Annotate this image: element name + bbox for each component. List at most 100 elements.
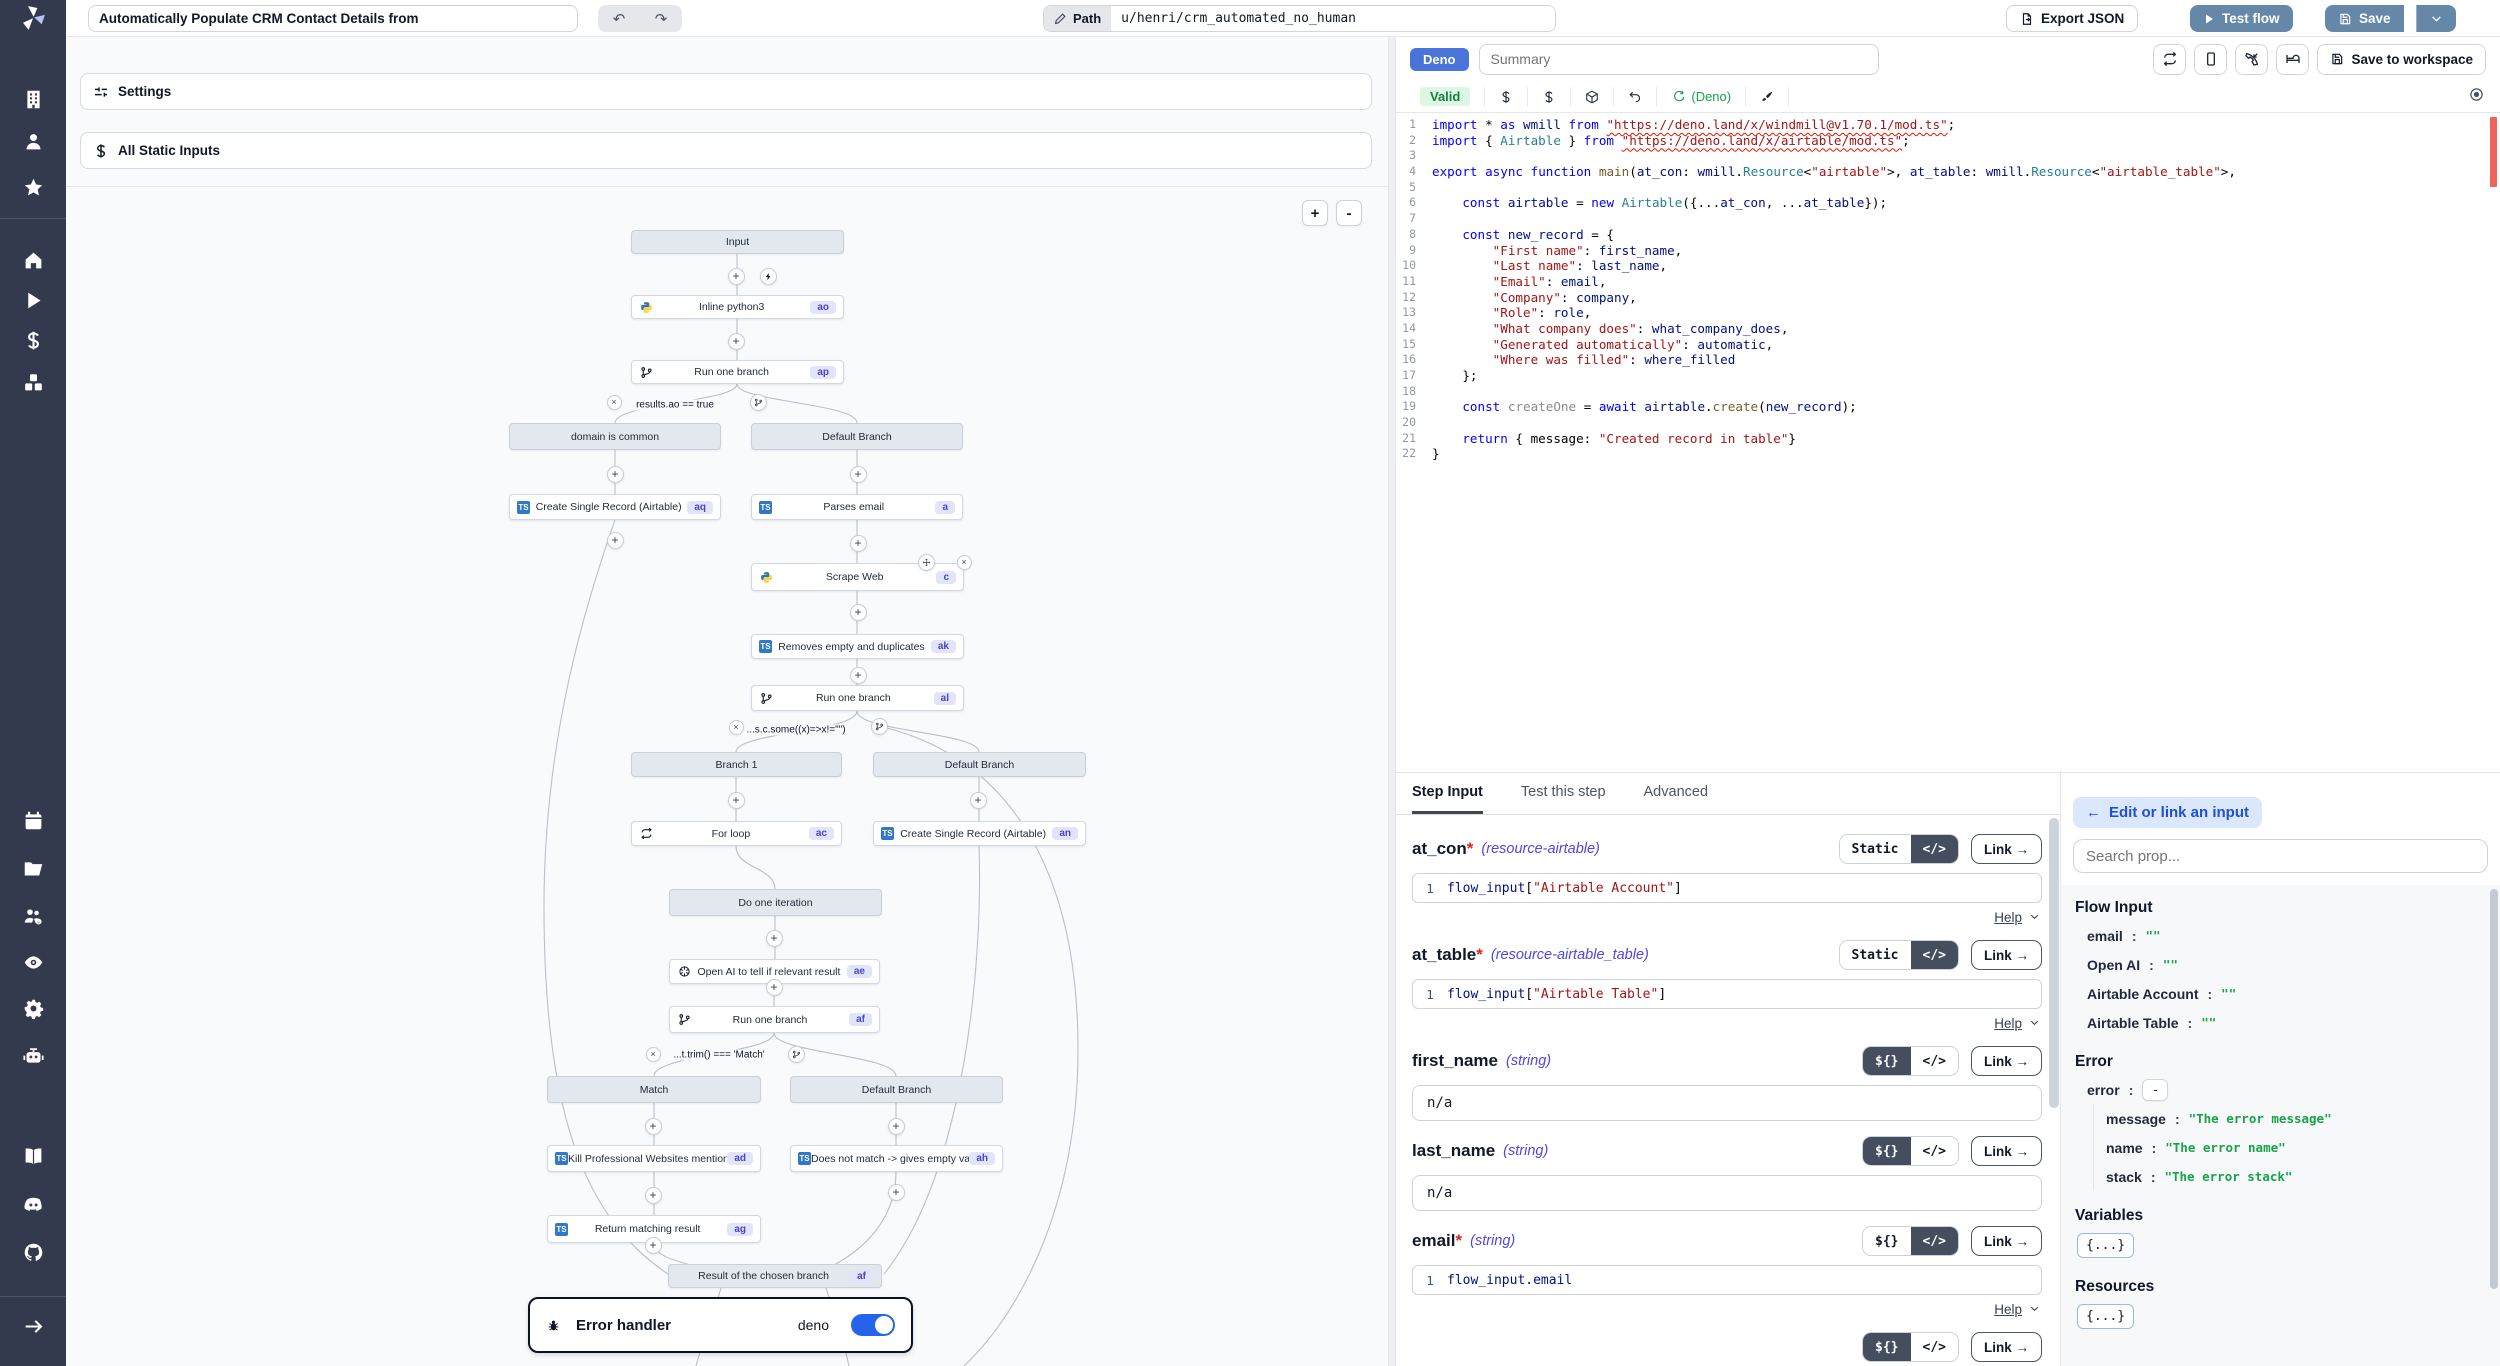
add-step-icon[interactable]: + bbox=[728, 792, 745, 809]
folder-icon[interactable] bbox=[21, 856, 45, 880]
flow-node-errh[interactable]: Error handlerdeno bbox=[528, 1297, 913, 1353]
all-static-inputs-row[interactable]: All Static Inputs bbox=[80, 132, 1372, 169]
tab-advanced[interactable]: Advanced bbox=[1644, 773, 1709, 814]
suspend-button[interactable] bbox=[2276, 44, 2309, 75]
prop-scrollbar[interactable] bbox=[2490, 889, 2498, 1289]
error-prop-name[interactable]: name:"The error name" bbox=[2094, 1133, 2486, 1162]
add-step-icon[interactable]: + bbox=[728, 268, 745, 285]
flow-node-an[interactable]: TSCreate Single Record (Airtable)an bbox=[873, 821, 1086, 846]
code-mode-button[interactable]: </> bbox=[1911, 1137, 1958, 1165]
eye-icon[interactable] bbox=[21, 950, 45, 974]
save-dropdown-button[interactable] bbox=[2416, 5, 2456, 32]
template-mode-button[interactable]: ${} bbox=[1863, 1047, 1910, 1075]
flow-node-ao[interactable]: Inline python3ao bbox=[631, 295, 844, 319]
undo-icon[interactable]: ↶ bbox=[598, 5, 640, 32]
template-mode-button[interactable]: ${} bbox=[1863, 1227, 1910, 1255]
flow-node-h-def1[interactable]: Default Branch bbox=[751, 423, 963, 450]
expression-input[interactable]: 1flow_input.email bbox=[1412, 1265, 2042, 1295]
flow-node-ah[interactable]: TSDoes not match -> gives empty valueah bbox=[790, 1145, 1003, 1172]
error-handler-toggle[interactable] bbox=[851, 1314, 895, 1336]
link-button[interactable]: Link → bbox=[1971, 1332, 2042, 1362]
flow-node-input[interactable]: Input bbox=[631, 230, 844, 254]
resources-button[interactable] bbox=[1528, 87, 1571, 107]
prop-item-airtable-table[interactable]: Airtable Table:"" bbox=[2075, 1008, 2486, 1037]
flow-node-h-def2[interactable]: Default Branch bbox=[873, 752, 1086, 777]
call-button[interactable] bbox=[2235, 44, 2268, 75]
flow-node-ap[interactable]: Run one branchap bbox=[631, 360, 844, 384]
save-to-workspace-button[interactable]: Save to workspace bbox=[2317, 44, 2486, 75]
code-mode-button[interactable]: </> bbox=[1911, 1047, 1958, 1075]
add-step-icon[interactable]: + bbox=[850, 604, 867, 621]
close-icon[interactable]: × bbox=[646, 1047, 661, 1062]
discord-icon[interactable] bbox=[21, 1192, 45, 1216]
settings-row[interactable]: Settings bbox=[80, 73, 1372, 110]
flow-canvas[interactable]: + - Input Inline python3ao Run one brancha… bbox=[66, 187, 1388, 1366]
flow-node-ad[interactable]: TSKill Professional Websites mentionsad bbox=[547, 1145, 761, 1172]
add-step-icon[interactable]: + bbox=[850, 667, 867, 684]
mobile-view-button[interactable] bbox=[2194, 44, 2227, 75]
link-button[interactable]: Link → bbox=[1971, 1226, 2042, 1256]
chevron-down-icon[interactable] bbox=[2029, 1016, 2040, 1031]
flow-node-h-b1[interactable]: Branch 1 bbox=[631, 752, 842, 777]
code-editor[interactable]: 1import * as wmill from "https://deno.la… bbox=[1396, 113, 2500, 772]
add-step-icon[interactable]: + bbox=[645, 1118, 662, 1135]
expression-input[interactable]: 1flow_input["Airtable Table"] bbox=[1412, 979, 2042, 1009]
add-step-icon[interactable]: + bbox=[645, 1237, 662, 1254]
diff-view-button[interactable] bbox=[2469, 87, 2490, 107]
reset-button[interactable] bbox=[1614, 87, 1657, 107]
link-button[interactable]: Link → bbox=[1971, 1136, 2042, 1166]
panel-splitter[interactable] bbox=[1388, 37, 1396, 1366]
prop-item-open-ai[interactable]: Open AI:"" bbox=[2075, 950, 2486, 979]
prop-item-airtable-account[interactable]: Airtable Account:"" bbox=[2075, 979, 2486, 1008]
help-link[interactable]: Help bbox=[1994, 1302, 2022, 1317]
flow-node-af[interactable]: Run one branchaf bbox=[669, 1006, 880, 1033]
dollar-icon[interactable] bbox=[21, 328, 45, 352]
error-prop-stack[interactable]: stack:"The error stack" bbox=[2094, 1162, 2486, 1191]
add-step-icon[interactable]: + bbox=[850, 466, 867, 483]
value-input[interactable]: n/a bbox=[1412, 1175, 2042, 1211]
static-mode-button[interactable]: Static bbox=[1840, 941, 1911, 969]
edit-or-link-input-button[interactable]: ← Edit or link an input bbox=[2073, 797, 2262, 828]
flow-node-h-def3[interactable]: Default Branch bbox=[790, 1076, 1003, 1103]
building-icon[interactable] bbox=[21, 87, 45, 111]
export-json-button[interactable]: Export JSON bbox=[2006, 5, 2138, 32]
format-button[interactable] bbox=[1746, 87, 1789, 107]
flow-node-result[interactable]: Result of the chosen branchaf bbox=[668, 1264, 882, 1288]
add-step-icon[interactable]: + bbox=[970, 792, 987, 809]
user-gear-icon[interactable] bbox=[21, 904, 45, 928]
add-step-icon[interactable]: + bbox=[645, 1187, 662, 1204]
tab-test-this-step[interactable]: Test this step bbox=[1521, 773, 1606, 814]
template-mode-button[interactable]: ${} bbox=[1863, 1137, 1910, 1165]
search-prop-input[interactable] bbox=[2073, 839, 2488, 873]
gear-icon[interactable] bbox=[21, 996, 45, 1020]
flow-title-input[interactable] bbox=[88, 5, 578, 32]
flow-node-a[interactable]: TSParses emaila bbox=[751, 494, 963, 520]
flow-node-ac[interactable]: For loopac bbox=[631, 821, 842, 846]
link-button[interactable]: Link → bbox=[1971, 940, 2042, 970]
add-step-icon[interactable]: + bbox=[888, 1118, 905, 1135]
close-icon[interactable]: × bbox=[957, 555, 972, 570]
collapse-button[interactable]: - bbox=[2142, 1079, 2168, 1101]
move-icon[interactable] bbox=[918, 554, 935, 571]
path-input[interactable] bbox=[1111, 6, 1555, 31]
calendar-icon[interactable] bbox=[21, 808, 45, 832]
restart-button[interactable] bbox=[2153, 44, 2186, 75]
flow-node-al[interactable]: Run one branchal bbox=[751, 685, 964, 711]
value-input[interactable]: n/a bbox=[1412, 1085, 2042, 1121]
add-step-icon[interactable]: + bbox=[766, 979, 783, 996]
prop-item-email[interactable]: email:"" bbox=[2075, 921, 2486, 950]
static-mode-button[interactable]: Static bbox=[1840, 835, 1911, 863]
save-button[interactable]: Save bbox=[2325, 5, 2404, 32]
link-button[interactable]: Link → bbox=[1971, 1046, 2042, 1076]
home-icon[interactable] bbox=[21, 248, 45, 272]
link-button[interactable]: Link → bbox=[1971, 834, 2042, 864]
error-root-row[interactable]: error: - bbox=[2075, 1075, 2486, 1104]
tab-step-input[interactable]: Step Input bbox=[1412, 773, 1483, 814]
star-icon[interactable] bbox=[21, 175, 45, 199]
test-flow-button[interactable]: Test flow bbox=[2190, 5, 2293, 32]
github-icon[interactable] bbox=[21, 1240, 45, 1264]
flow-node-h-domain[interactable]: domain is common bbox=[509, 423, 721, 450]
zoom-out-button[interactable]: - bbox=[1336, 200, 1362, 226]
play-icon[interactable] bbox=[21, 288, 45, 312]
user-icon[interactable] bbox=[21, 129, 45, 153]
